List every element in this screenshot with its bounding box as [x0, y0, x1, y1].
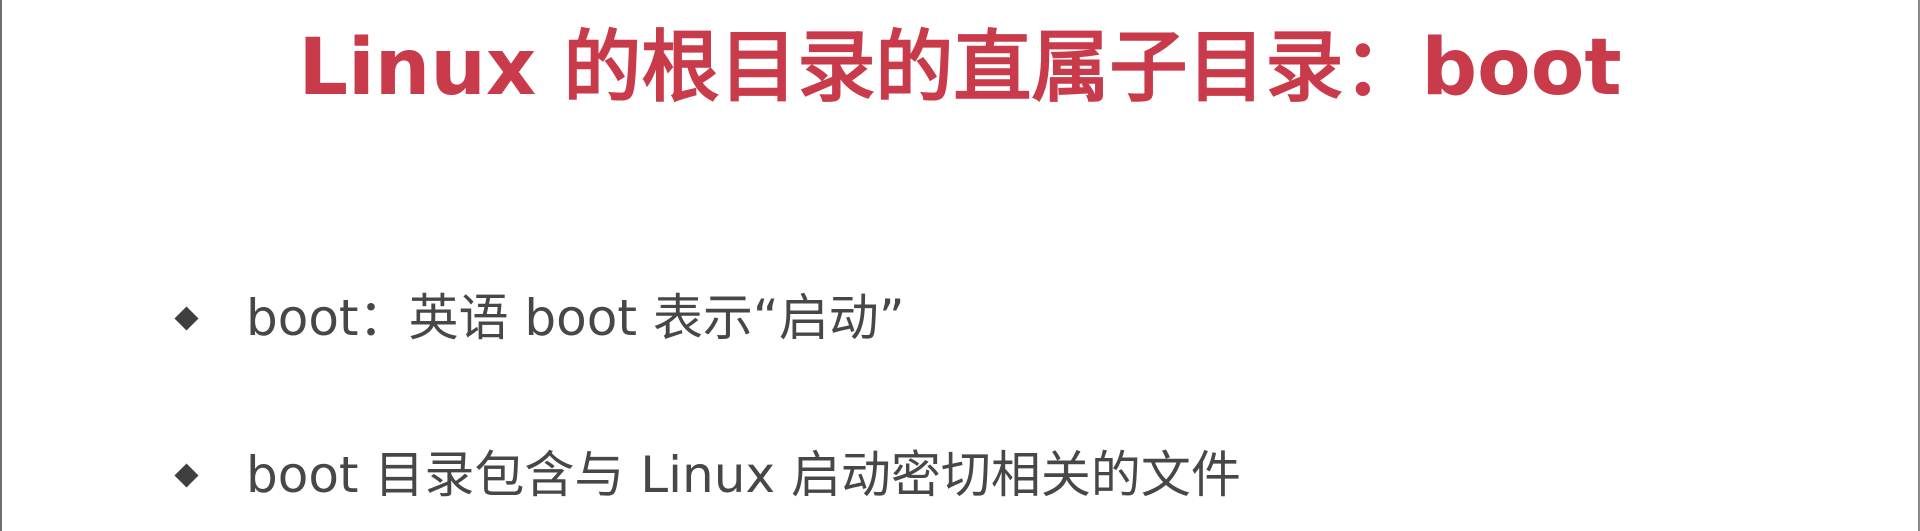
bullet-item-boot-contents: boot 目录包含与 Linux 启动密切相关的文件 — [172, 443, 1241, 507]
diamond-bullet-icon — [174, 462, 199, 488]
diamond-bullet-icon — [174, 305, 199, 331]
bullet-item-boot-meaning: boot：英语 boot 表示“启动” — [172, 286, 905, 350]
bullet-list: boot：英语 boot 表示“启动” boot 目录包含与 Linux 启动密… — [2, 0, 1918, 531]
bullet-text: boot：英语 boot 表示“启动” — [246, 289, 905, 347]
slide: Linux 的根目录的直属子目录：boot boot：英语 boot 表示“启动… — [0, 0, 1920, 531]
bullet-text: boot 目录包含与 Linux 启动密切相关的文件 — [246, 446, 1241, 504]
